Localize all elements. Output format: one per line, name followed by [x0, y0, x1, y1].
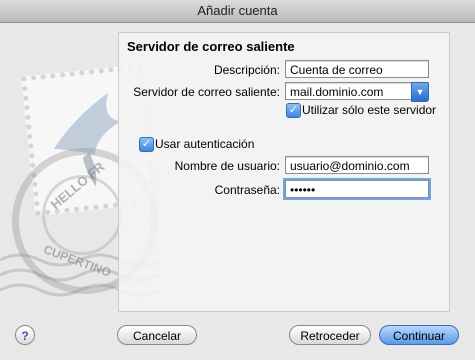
cancel-button[interactable]: Cancelar [117, 325, 197, 345]
smtp-server-combobox[interactable]: mail.dominio.com ▼ [285, 82, 429, 102]
username-field[interactable]: usuario@dominio.com [285, 156, 429, 174]
only-this-server-label: Utilizar sólo este servidor [302, 103, 437, 117]
description-label: Descripción: [213, 63, 280, 77]
only-this-server-checkbox[interactable]: ✓ [286, 103, 301, 118]
smtp-server-label: Servidor de correo saliente: [133, 85, 280, 99]
password-field[interactable]: •••••• [285, 180, 429, 198]
help-button[interactable]: ? [15, 325, 35, 345]
description-value: Cuenta de correo [290, 63, 383, 77]
use-authentication-label: Usar autenticación [155, 137, 255, 151]
username-value: usuario@dominio.com [290, 159, 410, 173]
password-label: Contraseña: [214, 183, 280, 197]
username-label: Nombre de usuario: [174, 159, 280, 173]
add-account-window: Añadir cuenta HELLO FR CUPERTINO Servido… [0, 0, 475, 360]
dropdown-arrow-icon[interactable]: ▼ [411, 82, 429, 102]
description-field[interactable]: Cuenta de correo [285, 60, 429, 78]
section-title: Servidor de correo saliente [127, 39, 295, 54]
continue-button[interactable]: Continuar [379, 325, 459, 345]
window-title: Añadir cuenta [0, 0, 475, 23]
back-button[interactable]: Retroceder [289, 325, 371, 345]
smtp-server-value: mail.dominio.com [290, 85, 384, 99]
password-value: •••••• [290, 183, 316, 197]
use-authentication-checkbox[interactable]: ✓ [139, 137, 154, 152]
